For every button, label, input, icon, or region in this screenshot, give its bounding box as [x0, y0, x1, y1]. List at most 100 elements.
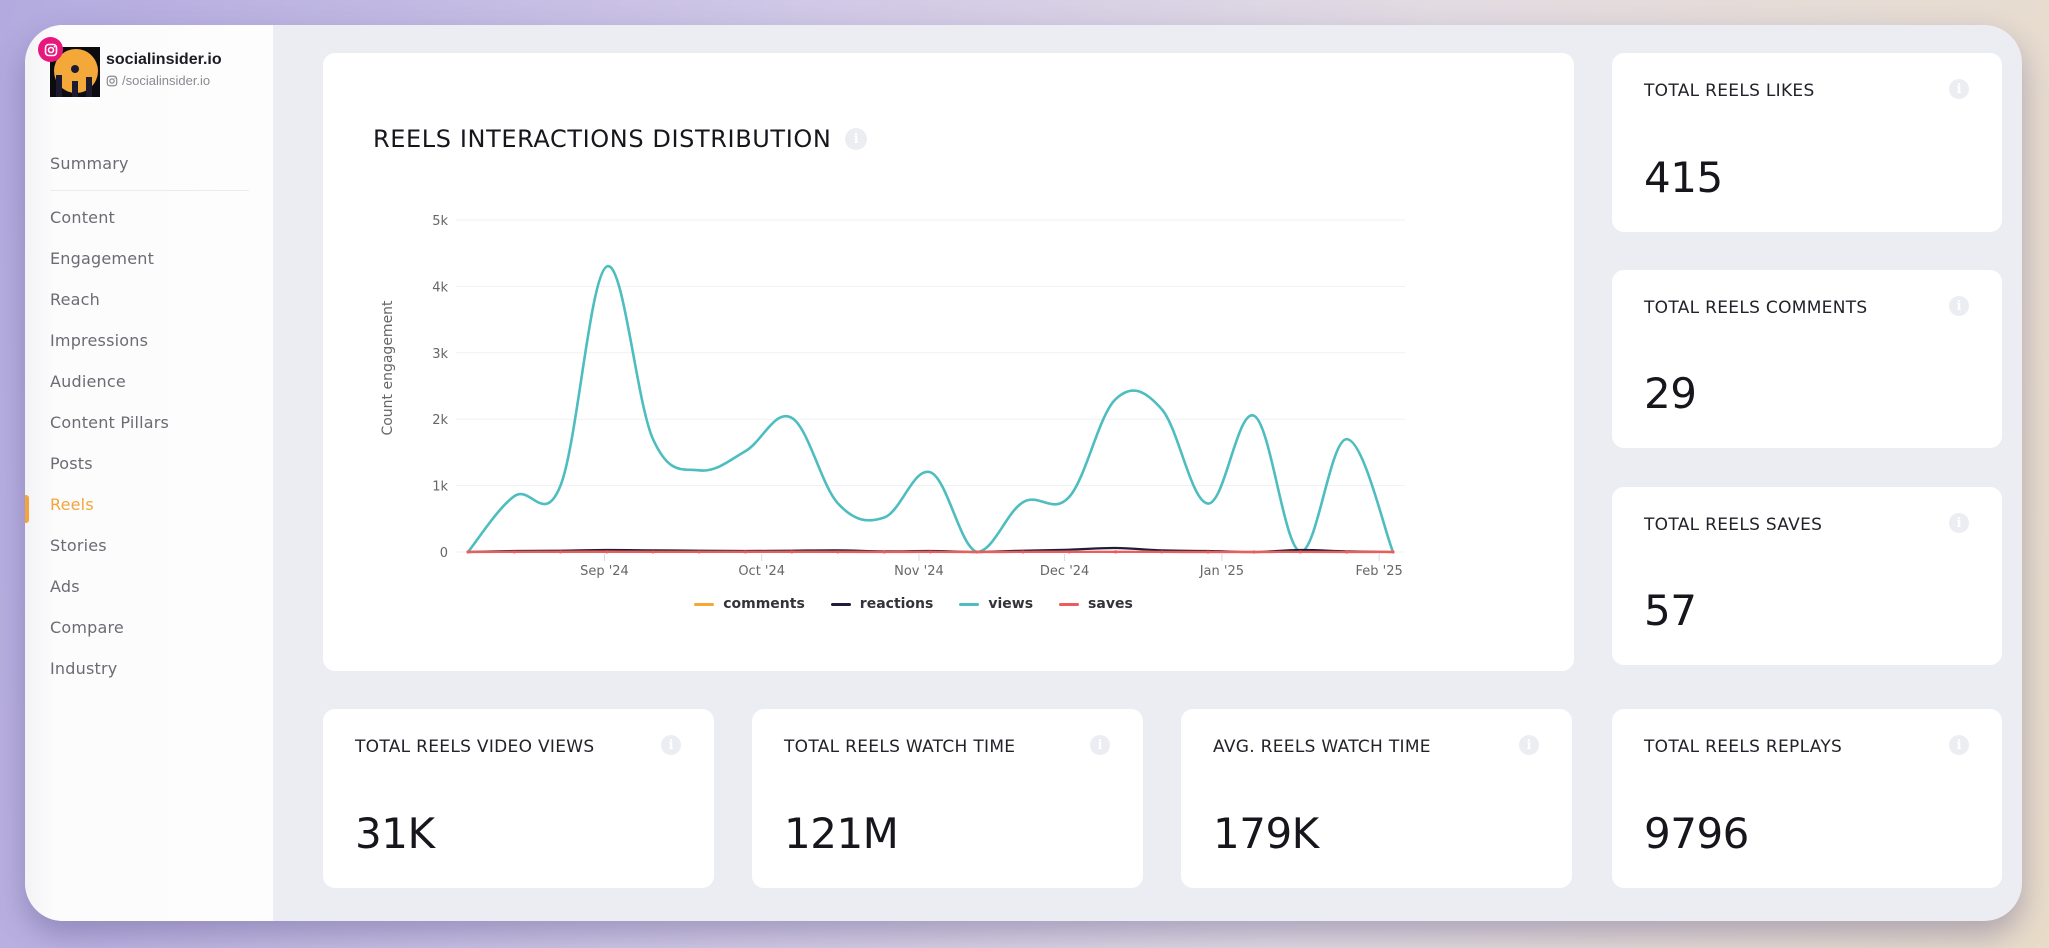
y-axis-label: Count engagement: [380, 300, 396, 436]
stat-card-value: 57: [1644, 586, 1697, 635]
info-icon[interactable]: i: [1949, 513, 1969, 533]
line-chart: 0 1k 2k 3k 4k 5k Sep '24 Oct '24 Nov '24 Dec '24 J…: [380, 214, 1405, 579]
data-point-saves: [1252, 550, 1256, 554]
sidebar-item-reels[interactable]: Reels: [25, 484, 273, 525]
info-icon[interactable]: i: [1949, 735, 1969, 755]
info-icon[interactable]: i: [661, 735, 681, 755]
sidebar-item-engagement[interactable]: Engagement: [25, 238, 273, 279]
stat-card-title: TOTAL REELS COMMENTS: [1644, 298, 1868, 318]
legend-swatch-comments: [694, 602, 715, 606]
y-tick-label: 1k: [432, 480, 448, 495]
app-window: socialinsider.io /socialinsider.io Summa…: [25, 25, 2022, 921]
data-point-saves: [882, 550, 886, 554]
x-tick-label: Feb '25: [1355, 564, 1402, 579]
sidebar-item-industry[interactable]: Industry: [25, 648, 273, 689]
data-point-saves: [1391, 550, 1395, 554]
stat-card-total-reels-replays: TOTAL REELS REPLAYS i 9796: [1612, 709, 2002, 888]
data-point-saves: [743, 550, 748, 554]
stat-card-value: 9796: [1644, 809, 1749, 858]
info-icon[interactable]: i: [1949, 296, 1969, 316]
sidebar-item-reach[interactable]: Reach: [25, 279, 273, 320]
sidebar-item-impressions[interactable]: Impressions: [25, 320, 273, 361]
x-tick-label: Oct '24: [738, 564, 785, 579]
legend-item-comments[interactable]: comments: [694, 596, 805, 612]
x-tick-label: Sep '24: [580, 564, 629, 579]
stat-card-total-reels-likes: TOTAL REELS LIKES i 415: [1612, 53, 2002, 232]
stat-card-total-reels-saves: TOTAL REELS SAVES i 57: [1612, 487, 2002, 665]
legend-label: reactions: [859, 596, 934, 612]
data-point-saves: [605, 550, 609, 554]
data-point-saves: [1206, 550, 1210, 554]
stat-card-title: TOTAL REELS SAVES: [1644, 515, 1823, 535]
data-point-saves: [1160, 550, 1164, 554]
account-name: socialinsider.io: [106, 51, 222, 68]
stat-card-value: 415: [1644, 153, 1723, 202]
stat-card-value: 31K: [355, 809, 435, 858]
data-point-saves: [975, 550, 979, 554]
stat-card-value: 121M: [784, 809, 899, 858]
sidebar-item-content[interactable]: Content: [25, 197, 273, 238]
data-point-saves: [558, 550, 563, 554]
data-point-saves: [466, 550, 470, 554]
stat-card-total-reels-comments: TOTAL REELS COMMENTS i 29: [1612, 270, 2002, 448]
sidebar-item-ads[interactable]: Ads: [25, 566, 273, 607]
account-handle-text: /socialinsider.io: [122, 73, 211, 88]
y-tick-label: 5k: [432, 214, 448, 229]
data-point-saves: [651, 550, 655, 554]
sidebar-divider: [50, 190, 249, 191]
stat-card-title: TOTAL REELS VIDEO VIEWS: [355, 737, 595, 757]
info-icon[interactable]: i: [1090, 735, 1110, 755]
legend-item-saves[interactable]: saves: [1059, 596, 1133, 612]
stat-card-title: AVG. REELS WATCH TIME: [1213, 737, 1431, 757]
sidebar-item-compare[interactable]: Compare: [25, 607, 273, 648]
data-point-saves: [697, 550, 701, 554]
instagram-badge-icon: [38, 37, 63, 62]
sidebar: socialinsider.io /socialinsider.io Summa…: [25, 25, 273, 921]
legend-swatch-views: [959, 602, 980, 606]
sidebar-item-content-pillars[interactable]: Content Pillars: [25, 402, 273, 443]
info-icon[interactable]: i: [1949, 79, 1969, 99]
legend-label: views: [988, 596, 1034, 612]
x-tick-label: Dec '24: [1040, 564, 1089, 579]
data-point-saves: [928, 550, 933, 554]
legend-swatch-reactions: [830, 602, 851, 606]
x-tick-label: Nov '24: [894, 564, 944, 579]
stat-card-avg-reels-watch-time: AVG. REELS WATCH TIME i 179K: [1181, 709, 1572, 888]
legend-label: saves: [1088, 596, 1133, 612]
account-header[interactable]: socialinsider.io /socialinsider.io: [38, 37, 270, 107]
legend-item-views[interactable]: views: [959, 596, 1033, 612]
data-point-saves: [836, 550, 840, 554]
instagram-icon: [106, 75, 118, 86]
account-handle: /socialinsider.io: [106, 73, 210, 88]
y-tick-label: 3k: [432, 347, 448, 362]
y-tick-label: 0: [440, 546, 448, 561]
data-point-saves: [1067, 550, 1071, 554]
legend-item-reactions[interactable]: reactions: [830, 596, 934, 612]
data-point-saves: [1345, 550, 1349, 554]
stat-card-value: 179K: [1213, 809, 1319, 858]
data-point-saves: [512, 550, 516, 554]
info-icon[interactable]: i: [1519, 735, 1539, 755]
stat-card-title: TOTAL REELS LIKES: [1644, 81, 1815, 101]
stat-card-title: TOTAL REELS WATCH TIME: [784, 737, 1016, 757]
stat-card-total-reels-video-views: TOTAL REELS VIDEO VIEWS i 31K: [323, 709, 714, 888]
data-point-saves: [1113, 550, 1118, 554]
sidebar-item-stories[interactable]: Stories: [25, 525, 273, 566]
y-tick-label: 4k: [432, 280, 448, 295]
stat-card-value: 29: [1644, 369, 1697, 418]
data-point-saves: [1021, 550, 1025, 554]
stat-card-title: TOTAL REELS REPLAYS: [1644, 737, 1843, 757]
data-point-saves: [1298, 550, 1303, 554]
data-point-saves: [790, 550, 794, 554]
stat-card-total-reels-watch-time: TOTAL REELS WATCH TIME i 121M: [752, 709, 1143, 888]
y-tick-label: 2k: [432, 413, 448, 428]
sidebar-item-audience[interactable]: Audience: [25, 361, 273, 402]
x-tick-label: Jan '25: [1199, 564, 1244, 579]
sidebar-nav: Summary Content Engagement Reach Impress…: [25, 143, 273, 689]
legend-label: comments: [723, 596, 805, 612]
sidebar-item-summary[interactable]: Summary: [25, 143, 273, 184]
chart-legend: comments reactions views saves: [323, 596, 1574, 612]
legend-swatch-saves: [1059, 602, 1080, 606]
reels-interactions-chart-card: REELS INTERACTIONS DISTRIBUTION i 0 1k 2k 3…: [323, 53, 1574, 671]
sidebar-item-posts[interactable]: Posts: [25, 443, 273, 484]
